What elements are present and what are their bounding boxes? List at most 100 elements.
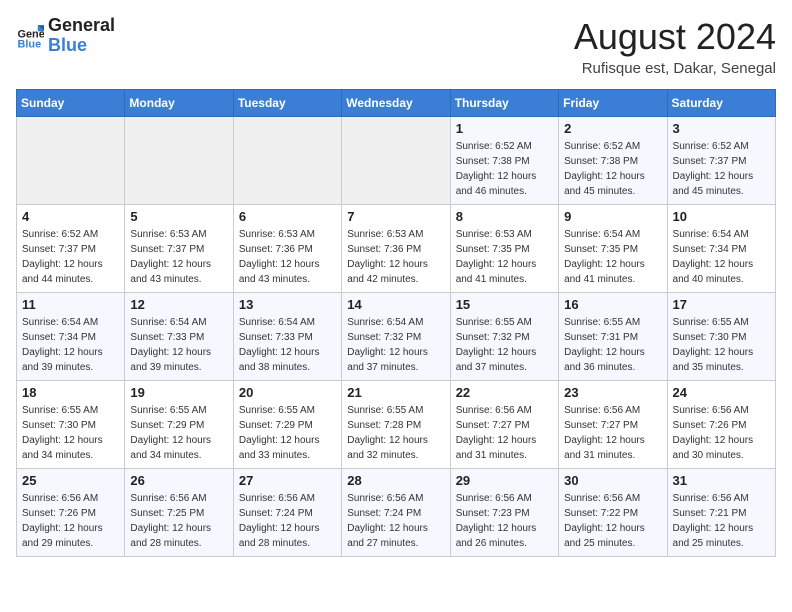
calendar-cell: 14 Sunrise: 6:54 AM Sunset: 7:32 PM Dayli…: [342, 293, 450, 381]
calendar-cell: 6Sunrise: 6:53 AM Sunset: 7:36 PM Daylig…: [233, 205, 341, 293]
day-number: 1: [456, 121, 553, 136]
day-number: 12: [130, 297, 227, 312]
day-info: Sunrise: 6:54 AM Sunset: 7:32 PM Dayligh…: [347, 315, 444, 375]
day-number: 29: [456, 473, 553, 488]
day-info: Sunrise: 6:55 AM Sunset: 7:30 PM Dayligh…: [673, 315, 770, 375]
weekday-header-friday: Friday: [559, 90, 667, 117]
day-info: Sunrise: 6:52 AM Sunset: 7:38 PM Dayligh…: [564, 139, 661, 199]
calendar-cell: 20Sunrise: 6:55 AM Sunset: 7:29 PM Dayli…: [233, 381, 341, 469]
logo: General Blue General Blue: [16, 16, 115, 56]
day-number: 3: [673, 121, 770, 136]
day-number: 31: [673, 473, 770, 488]
day-number: 24: [673, 385, 770, 400]
calendar-cell: 13 Sunrise: 6:54 AM Sunset: 7:33 PM Dayli…: [233, 293, 341, 381]
week-row-5: 25Sunrise: 6:56 AM Sunset: 7:26 PM Dayli…: [17, 469, 776, 557]
day-number: 8: [456, 209, 553, 224]
day-info: Sunrise: 6:56 AM Sunset: 7:23 PM Dayligh…: [456, 491, 553, 551]
calendar-cell: 9 Sunrise: 6:54 AM Sunset: 7:35 PM Daylig…: [559, 205, 667, 293]
day-info: Sunrise: 6:54 AM Sunset: 7:33 PM Dayligh…: [239, 315, 336, 375]
day-number: 10: [673, 209, 770, 224]
day-info: Sunrise: 6:56 AM Sunset: 7:25 PM Dayligh…: [130, 491, 227, 551]
day-number: 20: [239, 385, 336, 400]
weekday-header-wednesday: Wednesday: [342, 90, 450, 117]
calendar-cell: 27Sunrise: 6:56 AM Sunset: 7:24 PM Dayli…: [233, 469, 341, 557]
page-header: General Blue General Blue August 2024 Ru…: [16, 16, 776, 77]
day-number: 14: [347, 297, 444, 312]
calendar-cell: 18 Sunrise: 6:55 AM Sunset: 7:30 PM Dayli…: [17, 381, 125, 469]
day-number: 19: [130, 385, 227, 400]
weekday-header-saturday: Saturday: [667, 90, 775, 117]
day-number: 26: [130, 473, 227, 488]
calendar-cell: 11 Sunrise: 6:54 AM Sunset: 7:34 PM Dayli…: [17, 293, 125, 381]
weekday-header-monday: Monday: [125, 90, 233, 117]
day-number: 4: [22, 209, 119, 224]
week-row-2: 4 Sunrise: 6:52 AM Sunset: 7:37 PM Daylig…: [17, 205, 776, 293]
day-info: Sunrise: 6:52 AM Sunset: 7:37 PM Dayligh…: [673, 139, 770, 199]
calendar-cell: 4 Sunrise: 6:52 AM Sunset: 7:37 PM Daylig…: [17, 205, 125, 293]
day-info: Sunrise: 6:55 AM Sunset: 7:29 PM Dayligh…: [130, 403, 227, 463]
location-subtitle: Rufisque est, Dakar, Senegal: [574, 60, 776, 77]
logo-blue-text: Blue: [48, 36, 115, 56]
calendar-cell: 5Sunrise: 6:53 AM Sunset: 7:37 PM Daylig…: [125, 205, 233, 293]
day-info: Sunrise: 6:54 AM Sunset: 7:34 PM Dayligh…: [673, 227, 770, 287]
day-number: 7: [347, 209, 444, 224]
calendar-cell: 24 Sunrise: 6:56 AM Sunset: 7:26 PM Dayli…: [667, 381, 775, 469]
calendar-cell: 19 Sunrise: 6:55 AM Sunset: 7:29 PM Dayli…: [125, 381, 233, 469]
day-info: Sunrise: 6:54 AM Sunset: 7:34 PM Dayligh…: [22, 315, 119, 375]
day-info: Sunrise: 6:55 AM Sunset: 7:30 PM Dayligh…: [22, 403, 119, 463]
day-number: 11: [22, 297, 119, 312]
day-number: 9: [564, 209, 661, 224]
day-info: Sunrise: 6:56 AM Sunset: 7:26 PM Dayligh…: [673, 403, 770, 463]
day-info: Sunrise: 6:56 AM Sunset: 7:21 PM Dayligh…: [673, 491, 770, 551]
weekday-header-row: SundayMondayTuesdayWednesdayThursdayFrid…: [17, 90, 776, 117]
calendar-cell: 23Sunrise: 6:56 AM Sunset: 7:27 PM Dayli…: [559, 381, 667, 469]
day-info: Sunrise: 6:56 AM Sunset: 7:24 PM Dayligh…: [239, 491, 336, 551]
calendar-cell: [125, 117, 233, 205]
calendar-cell: [342, 117, 450, 205]
logo-general-text: General: [48, 16, 115, 36]
day-info: Sunrise: 6:53 AM Sunset: 7:35 PM Dayligh…: [456, 227, 553, 287]
day-info: Sunrise: 6:52 AM Sunset: 7:37 PM Dayligh…: [22, 227, 119, 287]
day-info: Sunrise: 6:56 AM Sunset: 7:27 PM Dayligh…: [456, 403, 553, 463]
calendar-cell: [233, 117, 341, 205]
day-number: 13: [239, 297, 336, 312]
calendar-cell: 7Sunrise: 6:53 AM Sunset: 7:36 PM Daylig…: [342, 205, 450, 293]
day-info: Sunrise: 6:55 AM Sunset: 7:28 PM Dayligh…: [347, 403, 444, 463]
calendar-cell: 3 Sunrise: 6:52 AM Sunset: 7:37 PM Daylig…: [667, 117, 775, 205]
month-year-title: August 2024: [574, 16, 776, 58]
day-number: 18: [22, 385, 119, 400]
calendar-cell: 25Sunrise: 6:56 AM Sunset: 7:26 PM Dayli…: [17, 469, 125, 557]
calendar-cell: 10 Sunrise: 6:54 AM Sunset: 7:34 PM Dayli…: [667, 205, 775, 293]
calendar-cell: 31 Sunrise: 6:56 AM Sunset: 7:21 PM Dayli…: [667, 469, 775, 557]
logo-icon: General Blue: [16, 22, 44, 50]
calendar-cell: 12 Sunrise: 6:54 AM Sunset: 7:33 PM Dayli…: [125, 293, 233, 381]
day-number: 17: [673, 297, 770, 312]
day-info: Sunrise: 6:56 AM Sunset: 7:24 PM Dayligh…: [347, 491, 444, 551]
calendar-cell: [17, 117, 125, 205]
day-number: 28: [347, 473, 444, 488]
day-number: 6: [239, 209, 336, 224]
day-number: 2: [564, 121, 661, 136]
day-number: 16: [564, 297, 661, 312]
day-info: Sunrise: 6:54 AM Sunset: 7:33 PM Dayligh…: [130, 315, 227, 375]
week-row-3: 11 Sunrise: 6:54 AM Sunset: 7:34 PM Dayli…: [17, 293, 776, 381]
day-info: Sunrise: 6:52 AM Sunset: 7:38 PM Dayligh…: [456, 139, 553, 199]
calendar-cell: 28 Sunrise: 6:56 AM Sunset: 7:24 PM Dayli…: [342, 469, 450, 557]
weekday-header-tuesday: Tuesday: [233, 90, 341, 117]
day-number: 15: [456, 297, 553, 312]
calendar-cell: 8 Sunrise: 6:53 AM Sunset: 7:35 PM Daylig…: [450, 205, 558, 293]
calendar-cell: 17 Sunrise: 6:55 AM Sunset: 7:30 PM Dayli…: [667, 293, 775, 381]
calendar-table: SundayMondayTuesdayWednesdayThursdayFrid…: [16, 89, 776, 557]
title-block: August 2024 Rufisque est, Dakar, Senegal: [574, 16, 776, 77]
svg-text:Blue: Blue: [18, 38, 42, 49]
calendar-cell: 21Sunrise: 6:55 AM Sunset: 7:28 PM Dayli…: [342, 381, 450, 469]
day-info: Sunrise: 6:54 AM Sunset: 7:35 PM Dayligh…: [564, 227, 661, 287]
weekday-header-thursday: Thursday: [450, 90, 558, 117]
calendar-cell: 1 Sunrise: 6:52 AM Sunset: 7:38 PM Daylig…: [450, 117, 558, 205]
day-info: Sunrise: 6:55 AM Sunset: 7:31 PM Dayligh…: [564, 315, 661, 375]
weekday-header-sunday: Sunday: [17, 90, 125, 117]
day-number: 5: [130, 209, 227, 224]
calendar-cell: 26 Sunrise: 6:56 AM Sunset: 7:25 PM Dayli…: [125, 469, 233, 557]
calendar-cell: 16 Sunrise: 6:55 AM Sunset: 7:31 PM Dayli…: [559, 293, 667, 381]
day-number: 30: [564, 473, 661, 488]
